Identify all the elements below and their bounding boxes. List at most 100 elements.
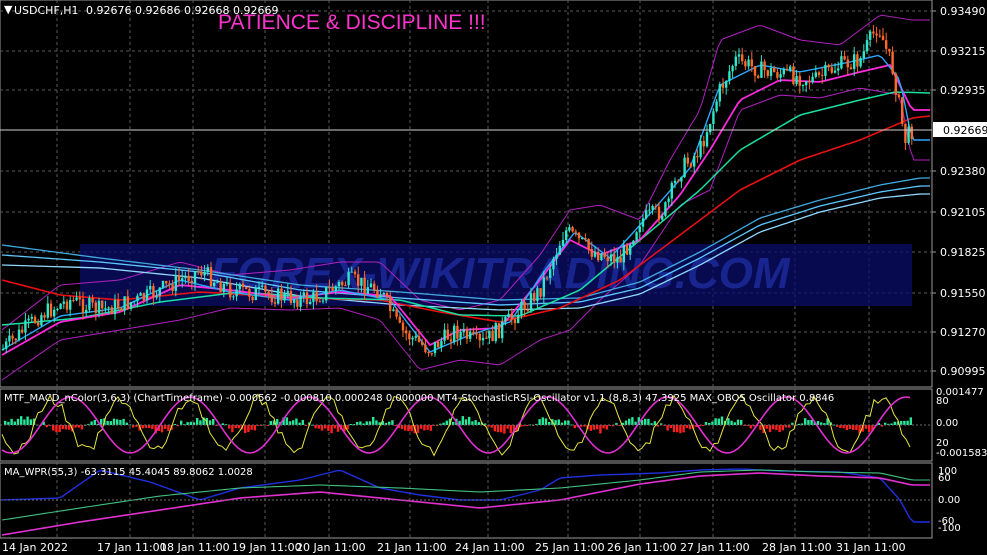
macd-bar (292, 420, 295, 425)
candle-body (683, 157, 686, 178)
candle-body (497, 323, 501, 339)
candle-body (318, 301, 321, 303)
candle-body (235, 289, 238, 297)
macd-bar (199, 420, 202, 425)
macd-bar (772, 425, 775, 430)
macd-bar (410, 425, 413, 432)
candle-body (315, 291, 318, 302)
candle-body (830, 67, 833, 73)
macd-bar (116, 419, 119, 425)
macd-bar (253, 425, 256, 431)
price-label: 0.90995 (940, 365, 986, 378)
current-price-label: 0.92669 (943, 124, 987, 137)
candle-body (520, 301, 523, 315)
candle-body (40, 315, 43, 326)
candle-body (808, 81, 811, 83)
candle-body (824, 64, 827, 76)
macd-bar (80, 425, 84, 430)
candle-body (718, 84, 721, 102)
macd-bar (68, 425, 71, 430)
macd-bar (554, 420, 557, 425)
candle-body (110, 307, 113, 315)
candle-body (501, 321, 504, 339)
candle-body (728, 71, 731, 82)
symbol-dropdown-icon[interactable]: ▼ (4, 3, 13, 16)
macd-bar (599, 425, 602, 434)
price-chart[interactable]: FOREX-WIKITRADING.COM 0.92669 0.934900.9… (0, 0, 987, 555)
candle-body (462, 329, 465, 332)
candle-body (571, 227, 574, 232)
macd-bar (503, 425, 506, 434)
candle-body (264, 285, 267, 292)
candle-body (734, 56, 737, 66)
macd-bar (541, 417, 544, 425)
macd-bar (727, 418, 730, 425)
candle-body (766, 70, 769, 76)
candle-body (757, 75, 760, 78)
candle-body (357, 274, 360, 286)
macd-bar (804, 418, 807, 425)
macd-bar (269, 420, 272, 425)
candle-body (549, 269, 552, 278)
candle-body (737, 54, 741, 57)
candle-body (149, 286, 152, 290)
candle-body (78, 297, 81, 300)
candle-body (347, 271, 350, 286)
candle-body (17, 329, 21, 341)
candle-body (459, 331, 462, 339)
candle-body (619, 257, 622, 263)
candle-body (811, 76, 814, 83)
candle-body (606, 257, 609, 262)
candle-body (731, 65, 734, 72)
macd-bar (855, 425, 858, 430)
candle-body (88, 297, 91, 310)
candle-body (136, 295, 139, 302)
candle-body (552, 258, 555, 270)
macd-bar (13, 421, 16, 425)
macd-bar (106, 420, 109, 425)
candle-body (536, 288, 539, 302)
candle-body (846, 59, 849, 68)
indicator1-axis-label: -0.001583 (936, 448, 987, 459)
candle-body (427, 351, 430, 354)
candle-body (481, 337, 485, 341)
candle-body (280, 288, 283, 301)
candle-body (49, 303, 53, 317)
candle-body (254, 288, 257, 301)
macd-bar (596, 425, 599, 430)
candle-body (709, 123, 712, 133)
macd-bar (196, 417, 199, 425)
macd-bar (631, 417, 634, 425)
macd-bar (416, 425, 420, 433)
candle-body (165, 280, 168, 284)
candle-body (421, 341, 424, 345)
macd-bar (628, 418, 631, 425)
macd-bar (20, 416, 23, 425)
candle-body (629, 244, 632, 255)
indicator2-axis-label: 0.00 (938, 495, 960, 506)
macd-bar (653, 421, 656, 425)
candle-body (747, 59, 750, 67)
candle-body (622, 245, 625, 263)
time-label: 19 Jan 11:00 (232, 541, 302, 554)
macd-bar (464, 419, 468, 425)
macd-bar (317, 425, 320, 429)
macd-bar (740, 419, 743, 425)
candle-body (523, 301, 526, 311)
candle-body (325, 287, 328, 301)
candle-body (907, 126, 910, 143)
candle-body (94, 302, 97, 313)
price-label: 0.91270 (940, 326, 986, 339)
time-label: 28 Jan 11:00 (762, 541, 832, 554)
banner-text: PATIENCE & DISCIPLINE !!! (218, 11, 486, 34)
candle-body (353, 271, 357, 275)
candle-body (174, 275, 177, 292)
macd-bar (468, 416, 471, 425)
candle-body (187, 275, 190, 281)
macd-bar (807, 420, 810, 425)
candle-body (472, 331, 475, 334)
macd-bar (29, 419, 32, 425)
price-label: 0.92105 (940, 206, 986, 219)
candle-body (139, 293, 142, 296)
candle-body (206, 267, 209, 273)
